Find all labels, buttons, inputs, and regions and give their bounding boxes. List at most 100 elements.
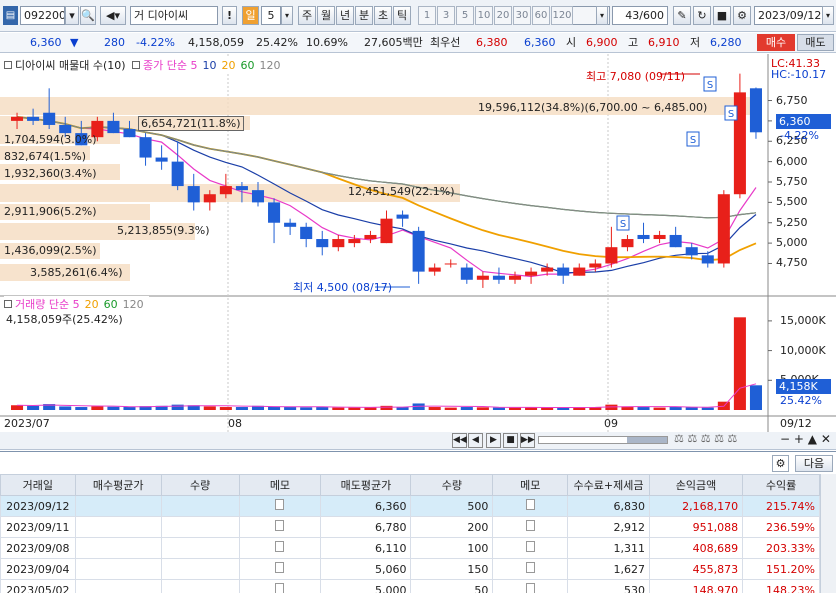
- buy-button[interactable]: 매수: [757, 34, 795, 51]
- volume-bar: [332, 407, 345, 410]
- period-tab[interactable]: 초: [374, 6, 392, 25]
- chart-scrollbar[interactable]: [538, 436, 668, 444]
- column-header[interactable]: 메모: [238, 474, 322, 496]
- stock-name-field[interactable]: 거 디아이씨: [130, 6, 218, 25]
- zoom-out-icon[interactable]: −: [780, 432, 790, 446]
- settings-gear-icon[interactable]: ⚙: [733, 6, 751, 25]
- column-header[interactable]: 수수료+제세금: [567, 474, 650, 496]
- code-menu-icon[interactable]: ▤: [3, 6, 18, 25]
- table-row[interactable]: 2023/09/11 6,780 200 2,912 951,088 236.59%: [0, 516, 820, 538]
- period-tab[interactable]: 월: [317, 6, 335, 25]
- quick-period-button[interactable]: 3: [437, 6, 455, 25]
- zoom-in-icon[interactable]: +: [794, 432, 804, 446]
- column-header[interactable]: 매수평균가: [74, 474, 162, 496]
- table-row[interactable]: 2023/09/04 5,060 150 1,627 455,873 151.20%: [0, 558, 820, 580]
- period-tab[interactable]: 분: [355, 6, 373, 25]
- save-icon[interactable]: ■: [713, 6, 731, 25]
- memo-icon[interactable]: [525, 499, 535, 510]
- memo-icon[interactable]: [275, 562, 285, 573]
- column-header[interactable]: 손익금액: [648, 474, 744, 496]
- candle-body: [541, 267, 554, 272]
- quick-period-button[interactable]: 120: [551, 6, 573, 25]
- refresh-icon[interactable]: ↻: [693, 6, 711, 25]
- memo-icon[interactable]: [525, 562, 535, 573]
- table-row[interactable]: 2023/05/02 5,000 50 530 148,970 148.23%: [0, 579, 820, 593]
- search-icon[interactable]: 🔍: [80, 6, 96, 25]
- period-tab[interactable]: 주: [298, 6, 316, 25]
- candle-body: [123, 129, 136, 138]
- memo-icon[interactable]: [275, 520, 285, 531]
- column-header[interactable]: 매도평균가: [320, 474, 412, 496]
- volume-profile-label: 832,674(1.5%): [4, 150, 87, 163]
- stop-icon[interactable]: ■: [503, 433, 518, 448]
- calendar-dropdown[interactable]: ▾: [822, 6, 834, 25]
- scroll-thumb[interactable]: [627, 437, 667, 443]
- zoom-tools-icon[interactable]: ⚖ ⚖ ⚖ ⚖ ⚖: [674, 432, 737, 445]
- table-cell: [492, 558, 569, 580]
- date-input[interactable]: 2023/09/12: [754, 6, 824, 25]
- next-icon[interactable]: ▶▶: [520, 433, 535, 448]
- data-count-total: /600: [639, 9, 664, 22]
- table-row[interactable]: 2023/09/08 6,110 100 1,311 408,689 203.33%: [0, 537, 820, 559]
- sell-button[interactable]: 매도: [797, 34, 834, 51]
- quick-period-button[interactable]: 5: [456, 6, 474, 25]
- signal-marker-icon[interactable]: S: [616, 215, 630, 231]
- signal-marker-icon[interactable]: S: [686, 131, 700, 147]
- alert-button[interactable]: !: [222, 6, 237, 25]
- table-cell: 2023/09/11: [0, 516, 76, 538]
- memo-icon[interactable]: [525, 541, 535, 552]
- period-value-input[interactable]: 5: [261, 6, 281, 25]
- prev-icon[interactable]: ◀: [468, 433, 483, 448]
- column-header[interactable]: 수익률: [742, 474, 820, 496]
- price-tick-label: 5,250: [776, 215, 808, 229]
- grid-scrollbar[interactable]: [820, 474, 836, 593]
- volume-profile-label: 2,911,906(5.2%): [4, 205, 97, 218]
- volume-title-text: 거래량 단순: [15, 298, 70, 311]
- period-dropdown-button[interactable]: ▾: [281, 6, 293, 25]
- speaker-icon[interactable]: ◀▾: [100, 6, 126, 25]
- next-page-button[interactable]: 다음: [795, 455, 833, 472]
- expand-icon[interactable]: ▲: [808, 432, 817, 446]
- period-tab[interactable]: 년: [336, 6, 354, 25]
- price-tick-label: 5,500: [776, 195, 808, 209]
- column-header[interactable]: 메모: [492, 474, 569, 496]
- column-header[interactable]: 수량: [160, 474, 240, 496]
- signal-marker-icon[interactable]: S: [703, 76, 717, 92]
- quick-period-button[interactable]: 10: [475, 6, 493, 25]
- data-count-field[interactable]: 43/600: [612, 6, 668, 25]
- column-header[interactable]: 거래일: [0, 474, 76, 496]
- stock-code-input[interactable]: 092200: [20, 6, 65, 25]
- period-day-tab[interactable]: 일: [242, 6, 259, 25]
- chart-canvas[interactable]: S S S S: [0, 54, 836, 432]
- quick-period-button[interactable]: 60: [532, 6, 550, 25]
- memo-icon[interactable]: [275, 541, 285, 552]
- play-icon[interactable]: ▶: [486, 433, 501, 448]
- close-icon[interactable]: ✕: [821, 432, 831, 446]
- signal-marker-glyph: S: [620, 219, 626, 230]
- grid-settings-icon[interactable]: ⚙: [772, 455, 789, 472]
- column-header[interactable]: 수량: [410, 474, 494, 496]
- candle-body: [573, 267, 586, 276]
- memo-icon[interactable]: [275, 583, 285, 593]
- rewind-icon[interactable]: ◀◀: [452, 433, 467, 448]
- tools-icon[interactable]: ✎: [673, 6, 691, 25]
- ma-period-label: 10: [202, 59, 217, 72]
- code-dropdown-button[interactable]: ▾: [65, 6, 79, 25]
- quick-period-button[interactable]: 30: [513, 6, 531, 25]
- memo-icon[interactable]: [525, 520, 535, 531]
- signal-marker-icon[interactable]: S: [724, 105, 738, 121]
- candle-body: [637, 234, 650, 240]
- memo-icon[interactable]: [275, 499, 285, 510]
- volume-bar: [669, 407, 682, 410]
- table-cell: 148,970: [648, 579, 744, 593]
- period-tab[interactable]: 틱: [393, 6, 411, 25]
- price-chart[interactable]: SSSS 디아이씨 매물대 수(10) 종가 단순 5 10 20 60 120 LC:…: [0, 54, 836, 432]
- price-change-pct: -4.22%: [136, 36, 175, 49]
- custom-period-dropdown[interactable]: ▾: [596, 6, 608, 25]
- price-tick-label: 4,750: [776, 256, 808, 270]
- table-row[interactable]: 2023/09/12 6,360 500 6,830 2,168,170 215.74%: [0, 495, 820, 517]
- high-price: 6,910: [648, 36, 680, 49]
- memo-icon[interactable]: [525, 583, 535, 593]
- quick-period-button[interactable]: 1: [418, 6, 436, 25]
- quick-period-button[interactable]: 20: [494, 6, 512, 25]
